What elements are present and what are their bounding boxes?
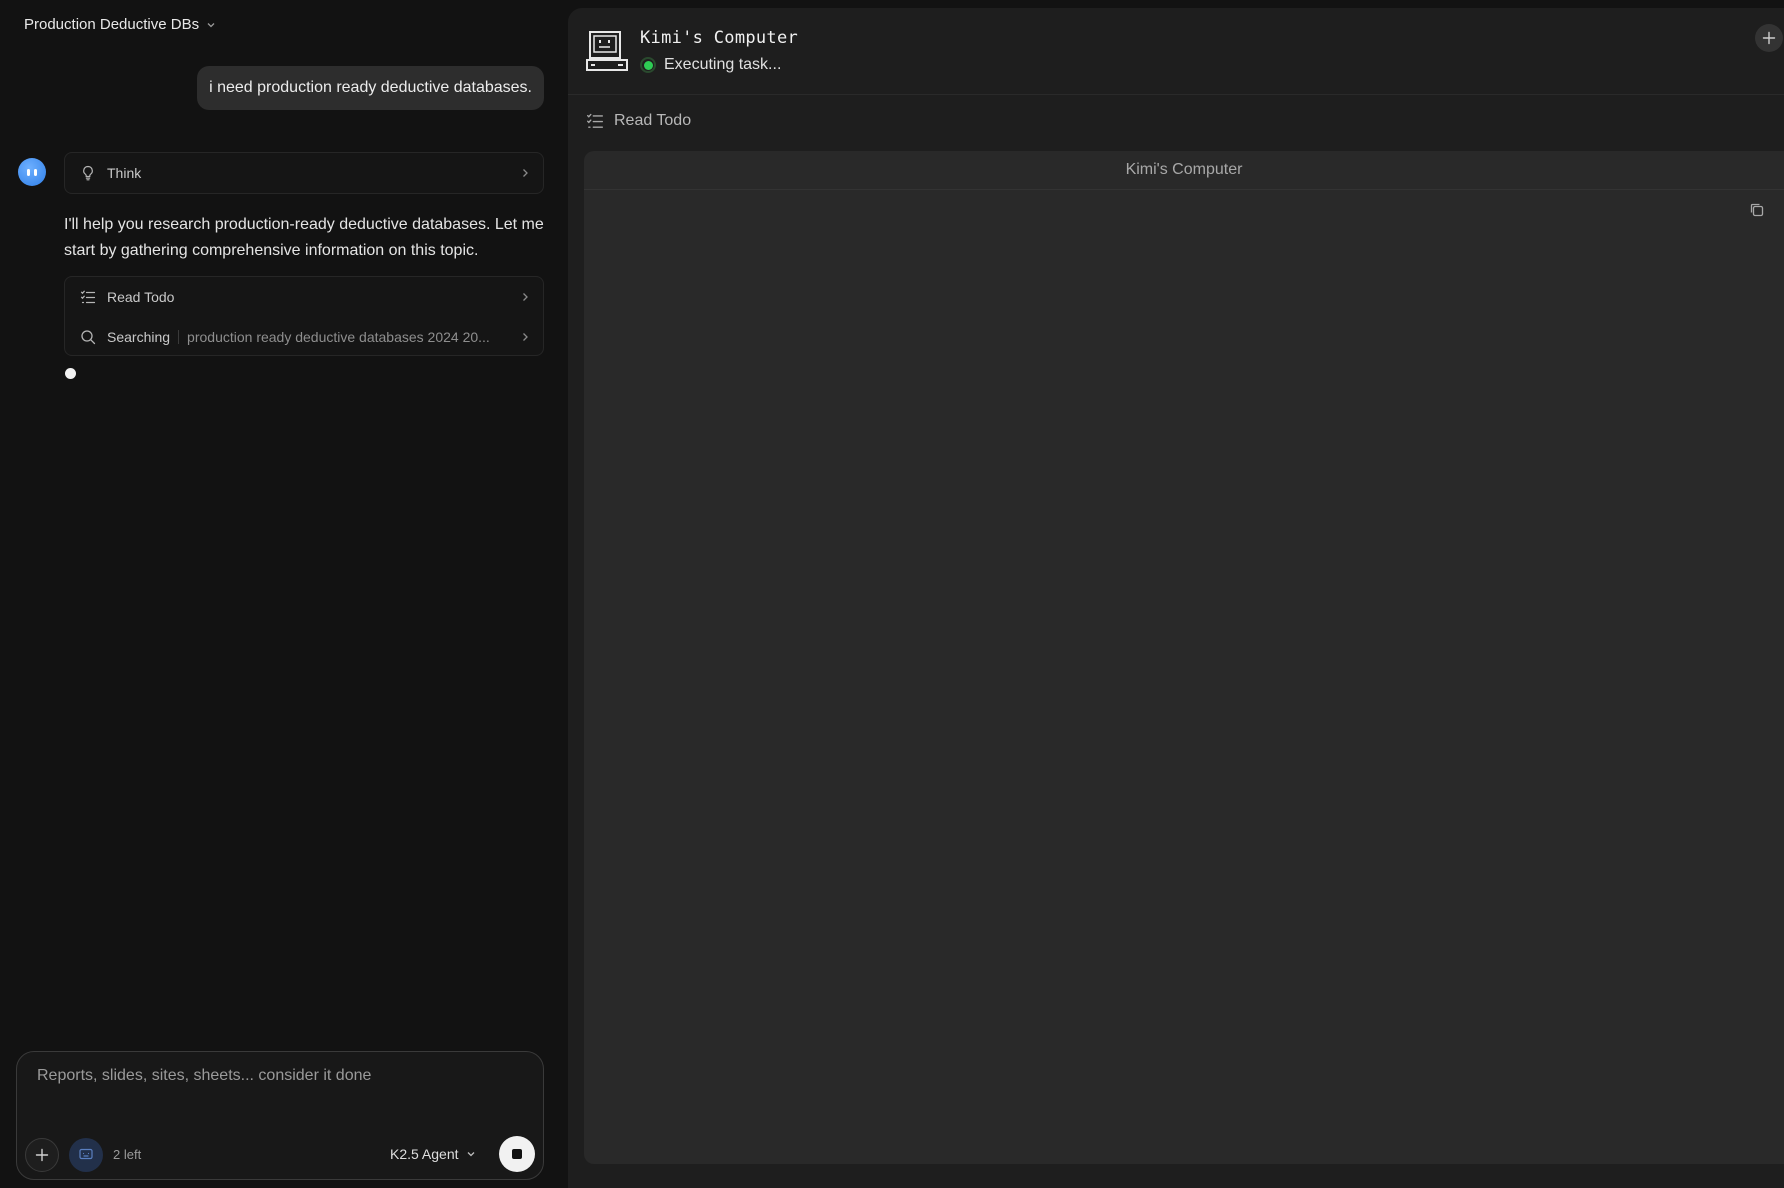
chevron-right-icon xyxy=(523,169,528,177)
tool-steps-panel: Read Todo Searching production ready ded… xyxy=(64,276,544,356)
chevron-down-icon xyxy=(207,22,215,27)
model-selector[interactable]: K2.5 Agent xyxy=(390,1146,477,1162)
chat-pane: Production Deductive DBs i need producti… xyxy=(0,0,564,1188)
chevron-right-icon xyxy=(523,333,528,341)
computer-pane: Kimi's Computer Executing task... Read T… xyxy=(568,8,1784,1188)
user-message: i need production ready deductive databa… xyxy=(197,66,544,110)
status-indicator-icon xyxy=(640,57,656,73)
model-label: K2.5 Agent xyxy=(390,1146,459,1162)
status-text: Executing task... xyxy=(664,56,782,73)
think-panel[interactable]: Think xyxy=(64,152,544,194)
agent-quota-button[interactable] xyxy=(69,1138,103,1172)
task-status: Executing task... xyxy=(640,56,781,74)
lightbulb-icon xyxy=(79,164,97,182)
divider xyxy=(178,330,180,344)
step-searching[interactable]: Searching production ready deductive dat… xyxy=(65,317,543,357)
current-tool: Read Todo xyxy=(586,112,691,130)
search-query: production ready deductive databases 202… xyxy=(187,329,490,345)
project-title: Production Deductive DBs xyxy=(24,16,200,33)
think-label: Think xyxy=(107,165,142,181)
think-toggle[interactable]: Think xyxy=(65,153,543,193)
current-tool-label: Read Todo xyxy=(614,112,692,129)
stop-button[interactable] xyxy=(499,1136,535,1172)
message-input[interactable] xyxy=(35,1066,515,1086)
checklist-icon xyxy=(79,288,97,306)
project-selector[interactable]: Production Deductive DBs xyxy=(24,16,217,33)
viewer-title: Kimi's Computer xyxy=(584,151,1784,190)
step-read-todo[interactable]: Read Todo xyxy=(65,277,543,317)
divider xyxy=(568,94,1784,95)
retro-computer-icon xyxy=(586,31,628,71)
step-label: Searching xyxy=(107,329,171,345)
assistant-avatar xyxy=(18,158,46,186)
typing-indicator xyxy=(65,368,76,379)
composer: 2 left K2.5 Agent xyxy=(16,1051,544,1180)
step-label: Read Todo xyxy=(107,289,175,305)
plus-icon xyxy=(35,1148,49,1162)
checklist-icon xyxy=(587,113,603,128)
assistant-message: I'll help you research production-ready … xyxy=(64,216,544,259)
search-icon xyxy=(79,328,97,346)
computer-icon xyxy=(79,1148,93,1160)
quota-count: 2 left xyxy=(113,1147,142,1162)
expand-button[interactable] xyxy=(1755,24,1783,52)
chevron-down-icon xyxy=(467,1152,474,1157)
copy-icon[interactable] xyxy=(1748,201,1766,219)
computer-viewer: Kimi's Computer xyxy=(584,151,1784,1164)
stop-icon xyxy=(512,1149,522,1159)
add-attachment-button[interactable] xyxy=(25,1138,59,1172)
chevron-right-icon xyxy=(523,293,528,301)
plus-icon xyxy=(1762,31,1776,45)
computer-title: Kimi's Computer xyxy=(640,28,799,48)
